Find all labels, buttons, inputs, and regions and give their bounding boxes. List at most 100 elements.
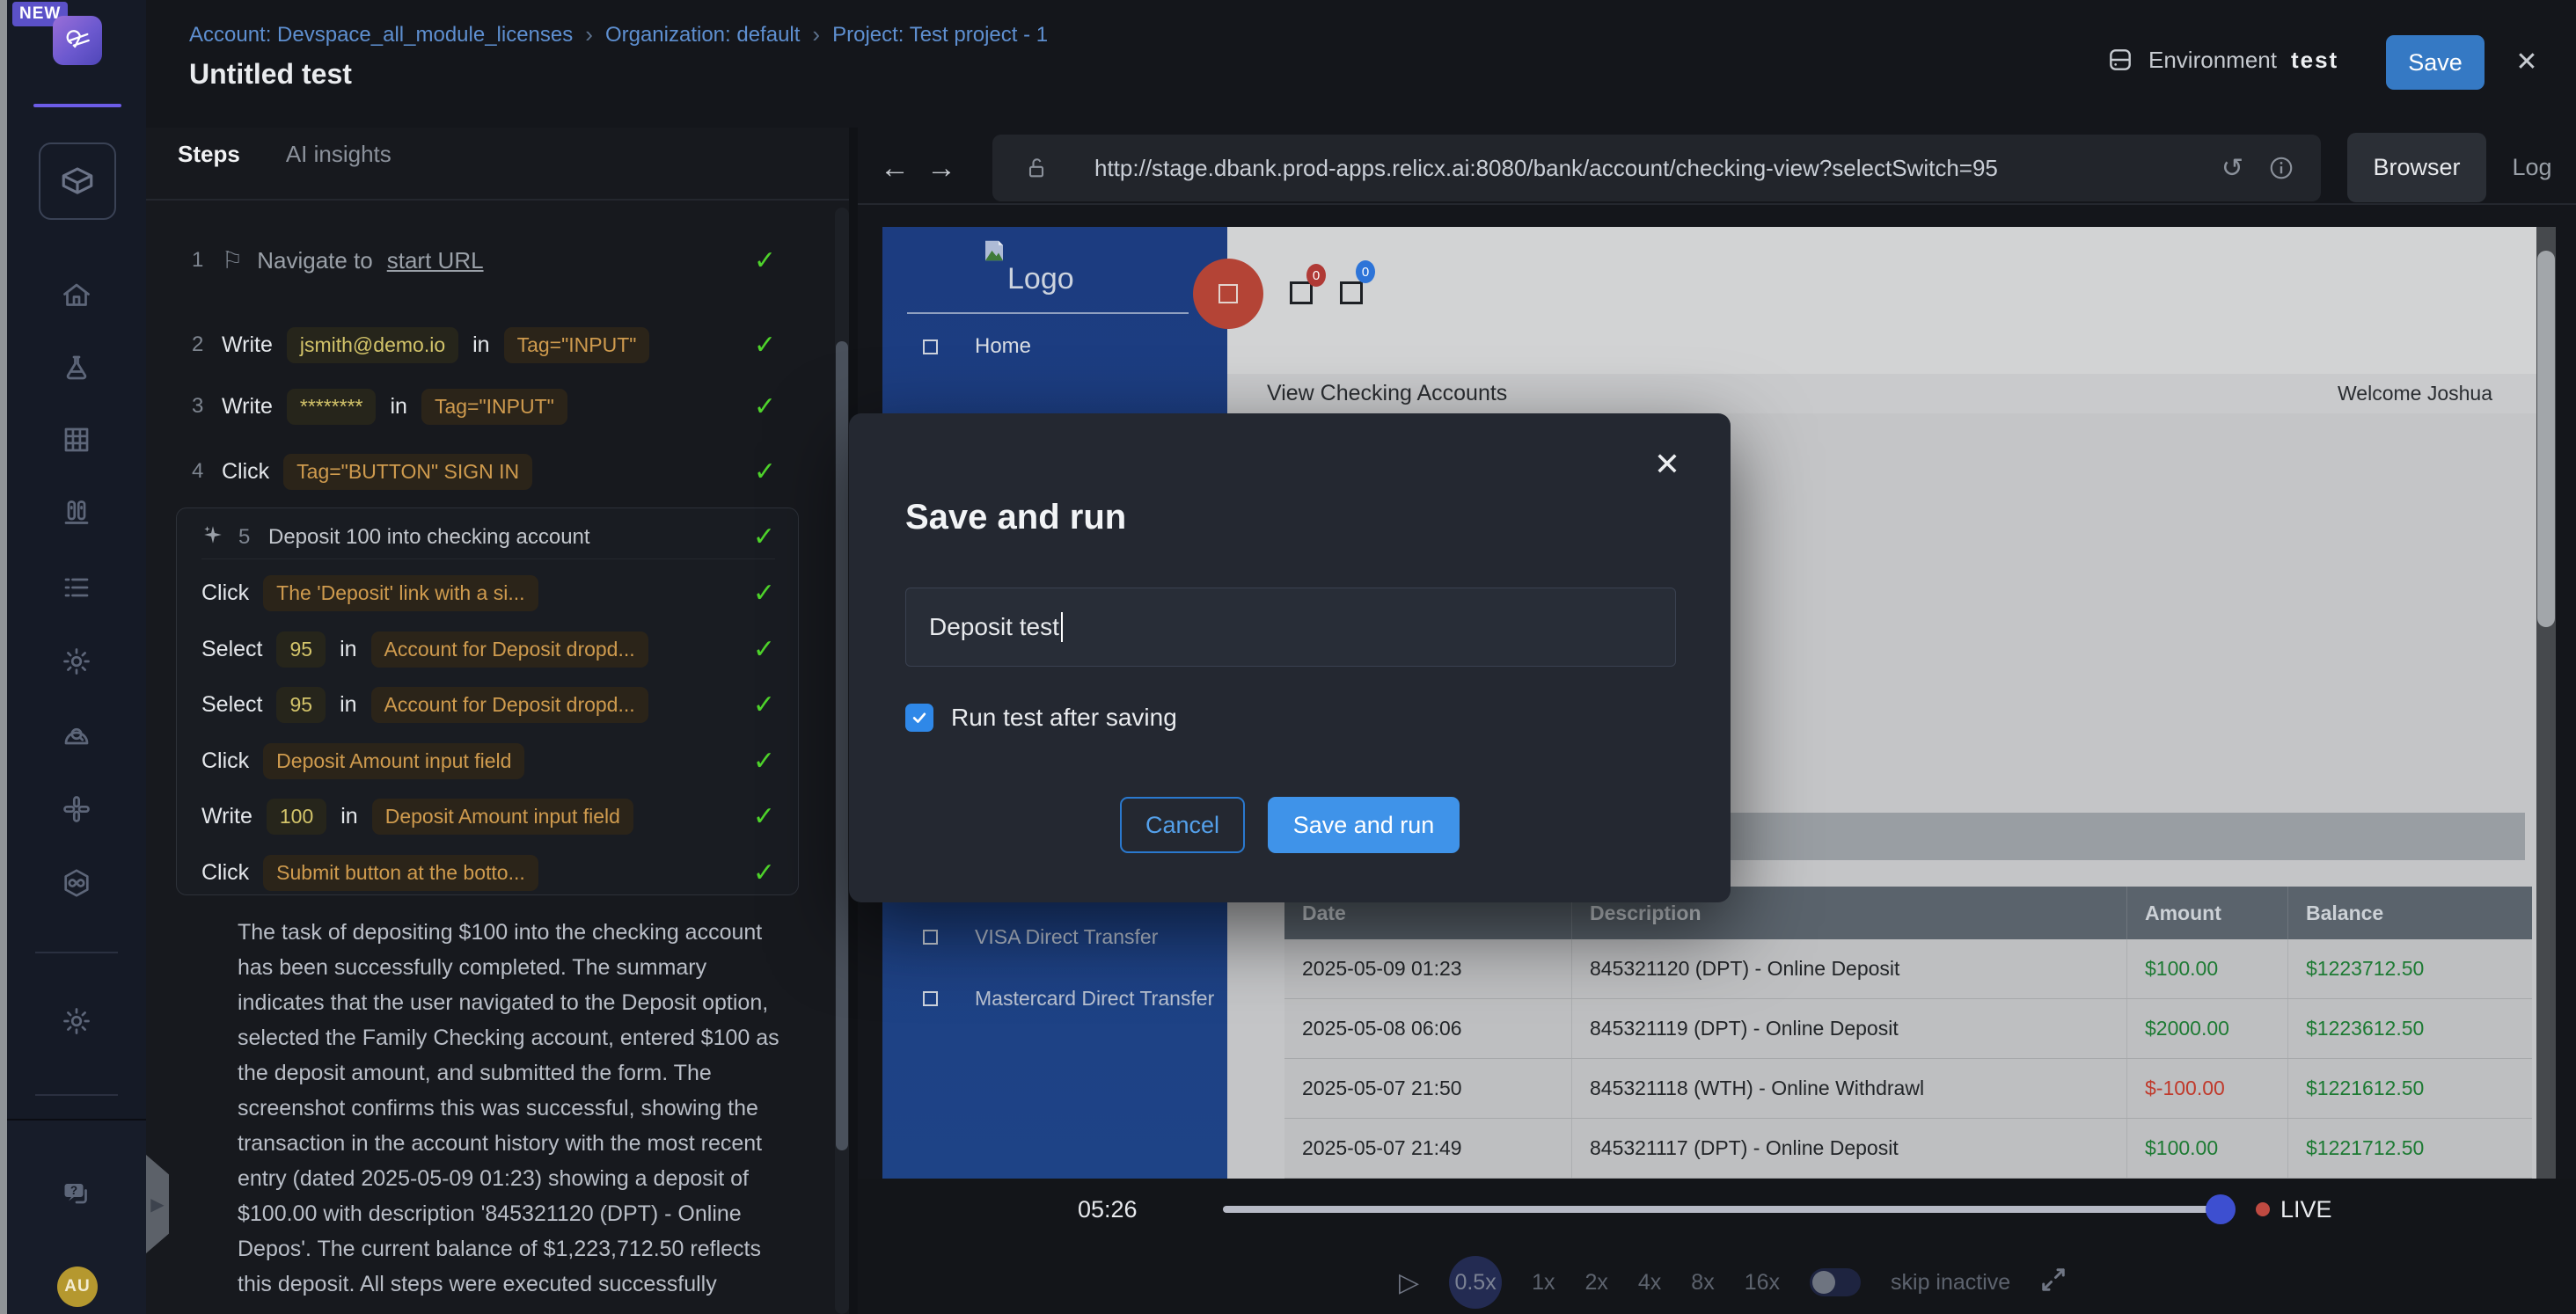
bank-nav-home[interactable]: Home	[923, 334, 1031, 359]
step-value-badge[interactable]: jsmith@demo.io	[287, 327, 458, 363]
handle-arrow-icon: ▶	[150, 1194, 164, 1215]
bank-nav-visa-transfer[interactable]: VISA Direct Transfer	[923, 925, 1158, 949]
step-action: Write	[201, 804, 252, 829]
record-indicator[interactable]	[1193, 259, 1263, 329]
sidebar-item-api[interactable]	[7, 858, 146, 908]
user-avatar[interactable]: AU	[57, 1267, 98, 1307]
run-after-saving-row[interactable]: Run test after saving	[905, 704, 1177, 732]
refresh-icon[interactable]: ↺	[2221, 153, 2243, 184]
save-button[interactable]: Save	[2386, 35, 2485, 90]
sidebar-item-runs[interactable]	[7, 563, 146, 612]
substep-row-4[interactable]: Click Deposit Amount input field ✓	[201, 740, 775, 782]
chevron-right-icon: ›	[585, 21, 593, 48]
sidebar-item-integrations[interactable]	[7, 785, 146, 834]
table-row[interactable]: 2025-05-09 01:23 845321120 (DPT) - Onlin…	[1284, 939, 2532, 999]
breadcrumb: Account: Devspace_all_module_licenses › …	[189, 21, 1048, 48]
col-header-amount[interactable]: Amount	[2127, 887, 2288, 939]
steps-tabs: Steps AI insights	[178, 141, 392, 168]
step-row-2[interactable]: 2 Write jsmith@demo.io in Tag="INPUT" ✓	[192, 324, 776, 366]
tab-browser[interactable]: Browser	[2347, 133, 2486, 202]
cancel-button[interactable]: Cancel	[1120, 797, 1245, 853]
sidebar-divider	[35, 952, 118, 953]
breadcrumb-project[interactable]: Project: Test project - 1	[832, 23, 1048, 47]
info-icon[interactable]	[2268, 155, 2294, 181]
substep-row-3[interactable]: Select 95 in Account for Deposit dropd..…	[201, 683, 775, 726]
steps-scrollbar-thumb[interactable]	[836, 341, 848, 1150]
sidebar-item-tests-selected[interactable]	[39, 142, 116, 220]
speed-2x[interactable]: 2x	[1584, 1270, 1607, 1296]
app-logo[interactable]	[53, 16, 102, 65]
toolbar-divider	[858, 203, 2576, 205]
sidebar-item-grid[interactable]	[7, 415, 146, 464]
sidebar-item-home[interactable]	[7, 271, 146, 320]
substep-row-1[interactable]: Click The 'Deposit' link with a si... ✓	[201, 572, 775, 614]
environment-selector[interactable]: Environment test	[2106, 46, 2338, 74]
substep-row-2[interactable]: Select 95 in Account for Deposit dropd..…	[201, 628, 775, 670]
step-target-badge[interactable]: Deposit Amount input field	[372, 799, 633, 835]
step-target-badge[interactable]: Tag="BUTTON" SIGN IN	[283, 454, 532, 490]
page-scrollbar-thumb[interactable]	[2537, 251, 2555, 627]
step-target-badge[interactable]: The 'Deposit' link with a si...	[263, 575, 538, 611]
table-row[interactable]: 2025-05-07 21:50 845321118 (WTH) - Onlin…	[1284, 1059, 2532, 1119]
step-value-badge[interactable]: 100	[267, 799, 326, 835]
step-target-badge[interactable]: Account for Deposit dropd...	[371, 687, 648, 723]
step-value-badge[interactable]: 95	[276, 687, 326, 723]
table-row[interactable]: 2025-05-08 06:06 845321119 (DPT) - Onlin…	[1284, 999, 2532, 1059]
modal-title: Save and run	[905, 498, 1126, 537]
checkbox-checked[interactable]	[905, 704, 933, 732]
playback-knob[interactable]	[2206, 1194, 2236, 1224]
notification-icon-2[interactable]	[1340, 281, 1363, 304]
breadcrumb-organization[interactable]: Organization: default	[605, 23, 800, 47]
speed-16x[interactable]: 8x	[1691, 1270, 1714, 1296]
sidebar-item-user-search[interactable]	[7, 711, 146, 760]
broken-image-icon	[981, 237, 1007, 264]
substep-row-5[interactable]: Write 100 in Deposit Amount input field …	[201, 795, 775, 837]
tab-steps[interactable]: Steps	[178, 141, 240, 168]
sidebar-item-lab[interactable]	[7, 343, 146, 392]
nav-forward-icon[interactable]: →	[922, 146, 961, 190]
tab-log[interactable]: Log	[2497, 133, 2567, 202]
playback-track[interactable]	[1223, 1206, 2210, 1213]
url-input[interactable]: http://stage.dbank.prod-apps.relicx.ai:8…	[1094, 155, 2221, 182]
close-icon[interactable]: ✕	[2507, 42, 2546, 81]
columns-icon	[61, 498, 92, 529]
sidebar-item-admin-settings[interactable]	[7, 996, 146, 1046]
notification-icon-1[interactable]	[1290, 281, 1313, 304]
speed-1x[interactable]: 1x	[1532, 1270, 1555, 1296]
speed-16x[interactable]: 16x	[1745, 1270, 1780, 1296]
step-target-badge[interactable]: Tag="INPUT"	[421, 389, 567, 425]
start-url-link[interactable]: start URL	[387, 247, 484, 274]
url-bar[interactable]: http://stage.dbank.prod-apps.relicx.ai:8…	[992, 135, 2321, 201]
col-header-balance[interactable]: Balance	[2288, 887, 2532, 939]
substep-row-6[interactable]: Click Submit button at the botto... ✓	[201, 851, 775, 894]
step-row-4[interactable]: 4 Click Tag="BUTTON" SIGN IN ✓	[192, 450, 776, 493]
sidebar-item-suites[interactable]	[7, 489, 146, 538]
step-row-1[interactable]: 1 ⚐ Navigate to start URL ✓	[192, 239, 776, 281]
step-row-3[interactable]: 3 Write ******** in Tag="INPUT" ✓	[192, 385, 776, 427]
step-connector: in	[390, 394, 406, 420]
speed-0.5x[interactable]: 0.5x	[1449, 1256, 1502, 1309]
tab-ai-insights[interactable]: AI insights	[286, 141, 392, 168]
step-target-badge[interactable]: Deposit Amount input field	[263, 743, 524, 779]
expand-icon[interactable]	[2040, 1267, 2067, 1299]
breadcrumb-account[interactable]: Account: Devspace_all_module_licenses	[189, 23, 573, 47]
toggle-knob	[1812, 1271, 1835, 1294]
sidebar-item-help-chat[interactable]: ?	[7, 1170, 146, 1219]
step-group-header[interactable]: 5 Deposit 100 into checking account ✓	[201, 515, 775, 559]
play-icon[interactable]: ▷	[1399, 1267, 1419, 1298]
modal-close-icon[interactable]: ✕	[1646, 443, 1688, 485]
step-target-badge[interactable]: Account for Deposit dropd...	[371, 631, 648, 668]
step-target-badge[interactable]: Submit button at the botto...	[263, 855, 538, 891]
nav-back-icon[interactable]: ←	[875, 146, 914, 190]
bank-titlebar: View Checking Accounts Welcome Joshua	[1227, 374, 2556, 413]
speed-4x[interactable]: 4x	[1638, 1270, 1661, 1296]
save-and-run-button[interactable]: Save and run	[1268, 797, 1460, 853]
bank-nav-mastercard-transfer[interactable]: Mastercard Direct Transfer	[923, 987, 1214, 1011]
sidebar-item-settings[interactable]	[7, 637, 146, 686]
skip-inactive-toggle[interactable]	[1810, 1268, 1861, 1296]
table-row[interactable]: 2025-05-07 21:49 845321117 (DPT) - Onlin…	[1284, 1119, 2532, 1179]
step-value-badge[interactable]: ********	[287, 389, 377, 425]
test-name-input[interactable]: Deposit test	[905, 588, 1676, 667]
step-target-badge[interactable]: Tag="INPUT"	[504, 327, 650, 363]
step-value-badge[interactable]: 95	[276, 631, 326, 668]
